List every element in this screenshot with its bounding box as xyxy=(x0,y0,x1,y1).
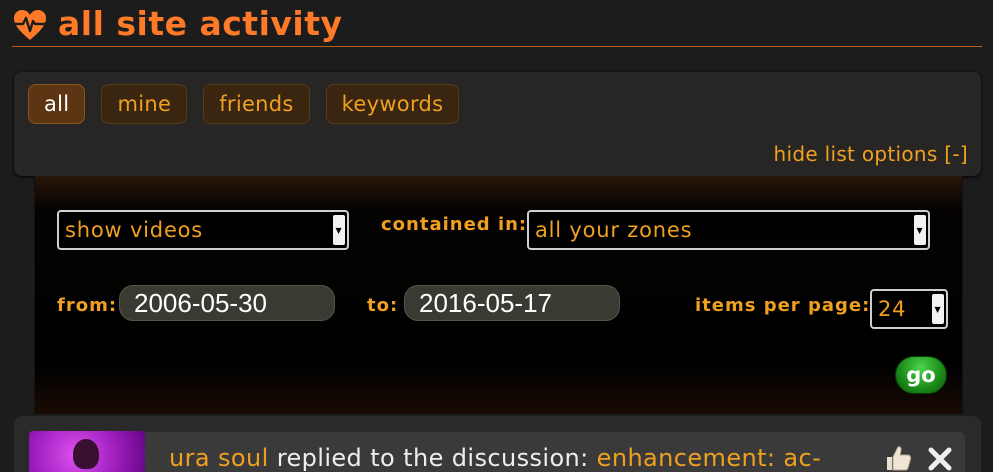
filter-panel: all mine friends keywords hide list opti… xyxy=(14,72,981,176)
chevron-down-icon: ▼ xyxy=(932,294,944,324)
activity-target-link[interactable]: enhancement: ac- xyxy=(597,444,822,472)
tab-mine[interactable]: mine xyxy=(101,84,188,124)
from-date-input[interactable]: 2006-05-30 xyxy=(119,285,335,321)
activity-tabs: all mine friends keywords xyxy=(28,84,460,124)
page-title: all site activity xyxy=(58,3,343,43)
tab-all[interactable]: all xyxy=(28,84,86,124)
activity-user-link[interactable]: ura soul xyxy=(169,444,269,472)
go-button[interactable]: go xyxy=(895,356,947,394)
thumbs-up-icon[interactable] xyxy=(884,444,912,472)
items-per-page-label: items per page: xyxy=(695,295,871,316)
activity-text: ura soul replied to the discussion: enha… xyxy=(169,444,821,472)
show-type-select[interactable]: show videos ▼ xyxy=(57,210,349,250)
tab-friends[interactable]: friends xyxy=(203,84,310,124)
hide-list-options-link[interactable]: hide list options [-] xyxy=(774,142,968,166)
page-header: all site activity xyxy=(12,4,982,47)
to-date-input[interactable]: 2016-05-17 xyxy=(404,285,620,321)
show-type-value: show videos xyxy=(65,218,204,242)
contained-in-label: contained in: xyxy=(381,214,528,235)
activity-list: ura soul replied to the discussion: enha… xyxy=(14,416,981,472)
activity-action: replied to the discussion: xyxy=(268,444,597,472)
close-icon[interactable] xyxy=(927,446,953,472)
chevron-down-icon: ▼ xyxy=(914,215,926,245)
avatar[interactable] xyxy=(29,431,145,472)
from-label: from: xyxy=(57,295,118,316)
tab-keywords[interactable]: keywords xyxy=(325,84,460,124)
zone-value: all your zones xyxy=(535,218,693,242)
to-label: to: xyxy=(367,295,399,316)
items-per-page-select[interactable]: 24 ▼ xyxy=(870,289,948,329)
items-per-page-value: 24 xyxy=(878,297,907,321)
list-options-area: show videos ▼ contained in: all your zon… xyxy=(34,176,963,414)
heart-pulse-icon xyxy=(14,10,46,40)
chevron-down-icon: ▼ xyxy=(333,215,345,245)
zone-select[interactable]: all your zones ▼ xyxy=(527,210,930,250)
